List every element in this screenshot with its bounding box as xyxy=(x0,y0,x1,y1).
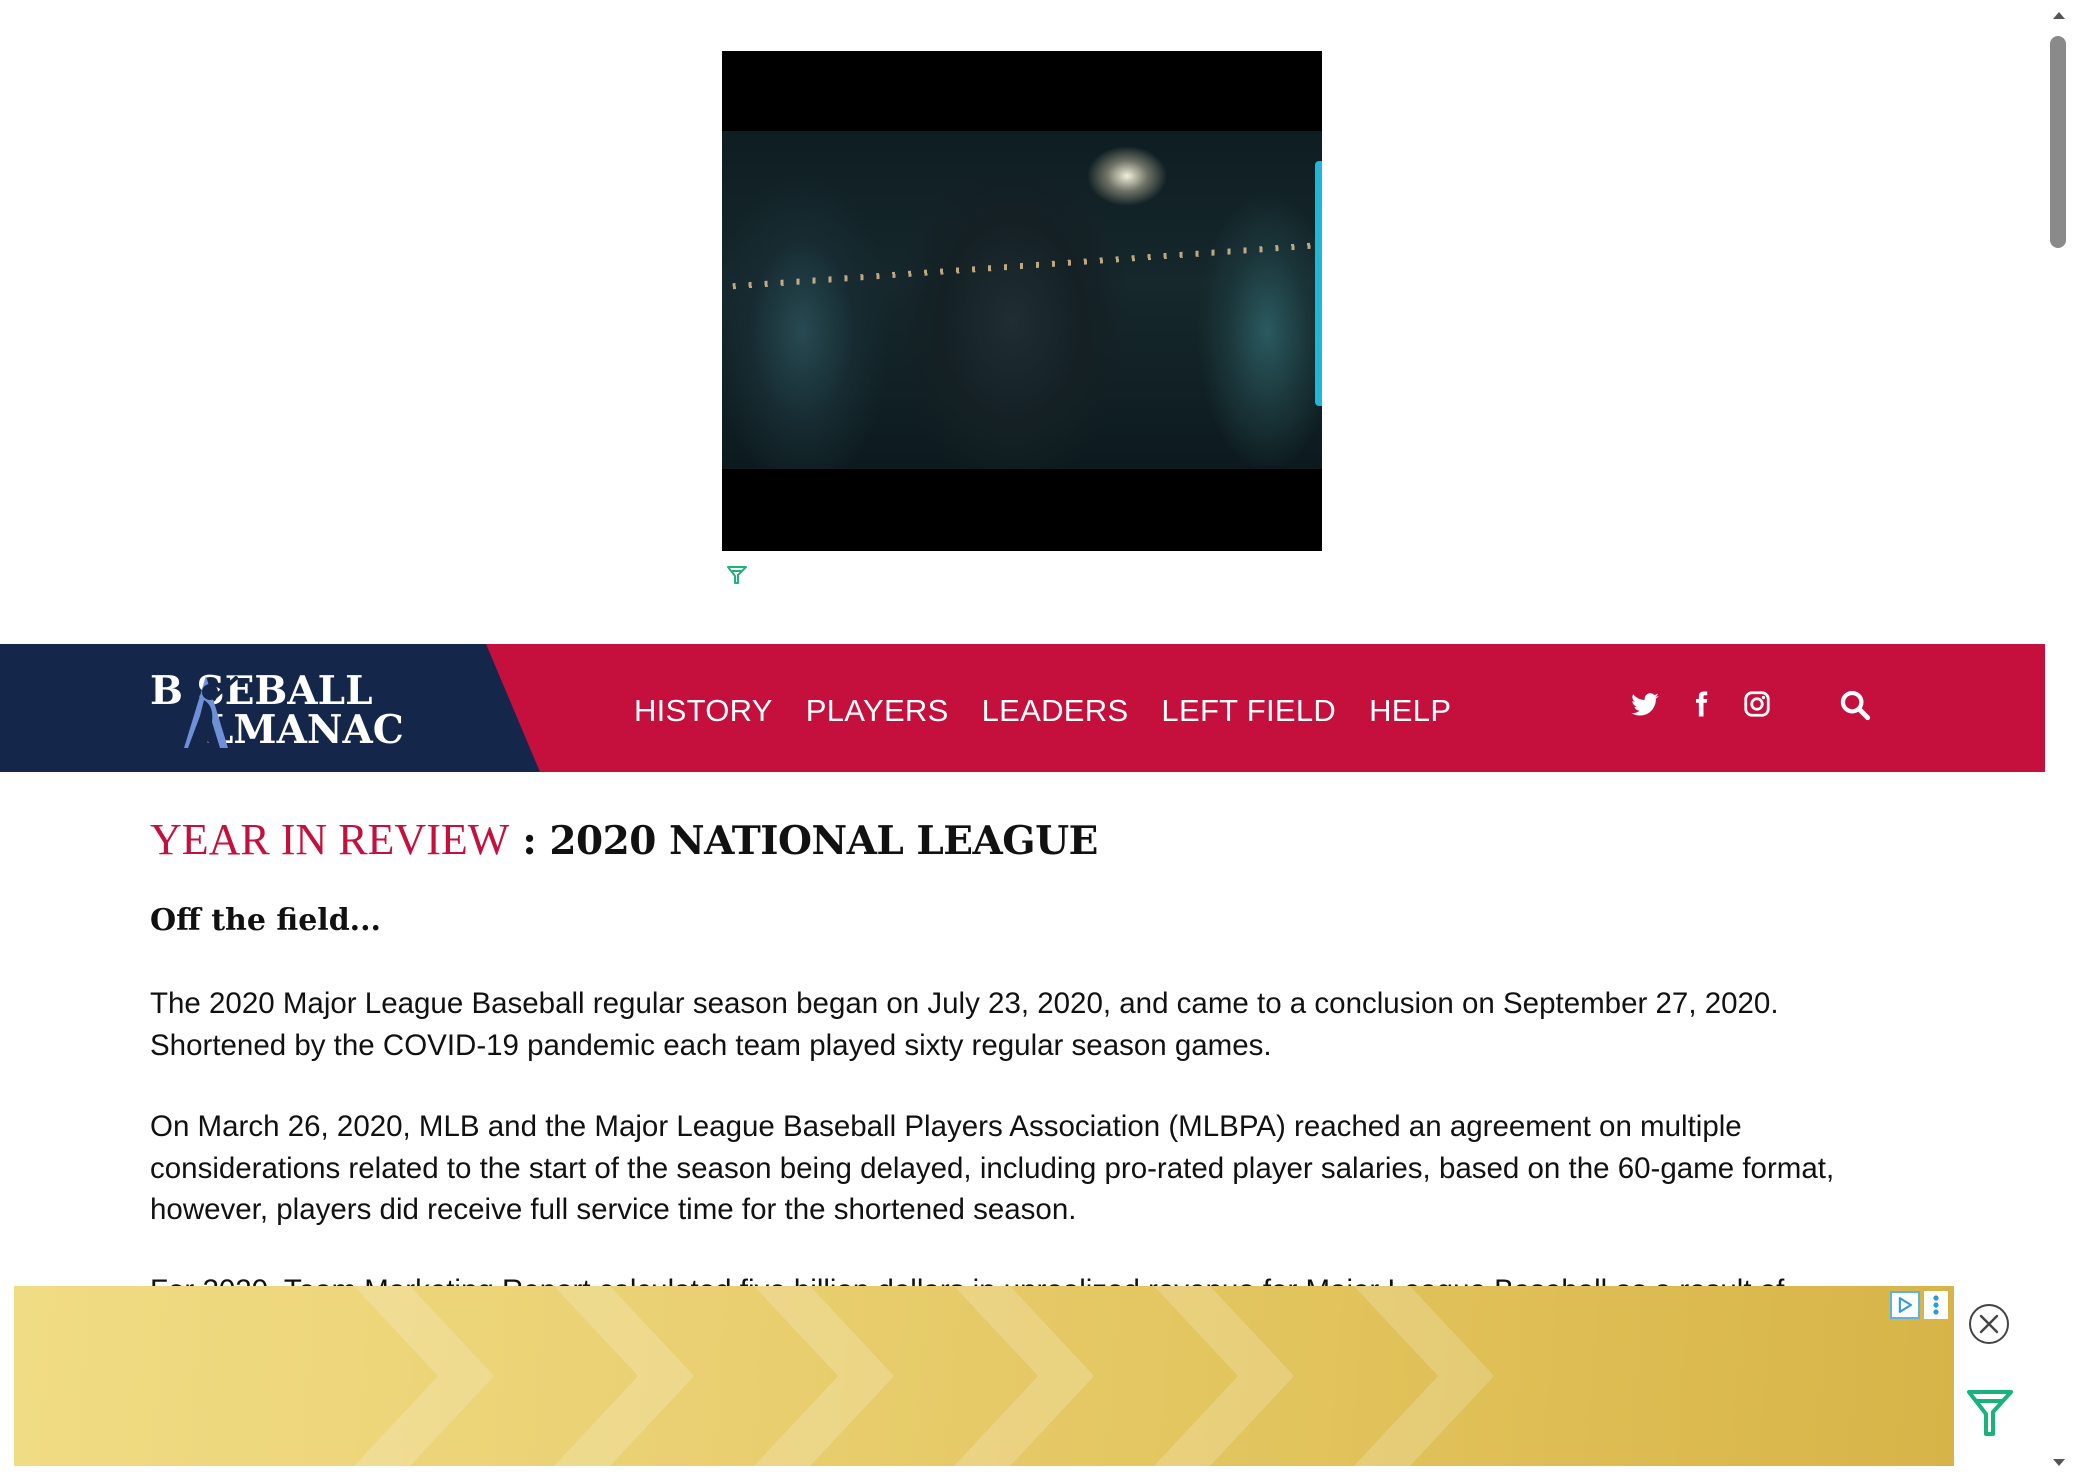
scrollbar-thumb[interactable] xyxy=(2050,36,2066,248)
scroll-down-arrow-icon[interactable] xyxy=(2050,1456,2068,1470)
video-lights xyxy=(732,242,1312,290)
nav-help[interactable]: HELP xyxy=(1369,687,1451,729)
banner-chevron xyxy=(554,1286,694,1466)
batter-logo-icon xyxy=(184,676,238,748)
main-nav: HISTORY PLAYERS LEADERS LEFT FIELD HELP xyxy=(634,644,1484,772)
paragraph-2: On March 26, 2020, MLB and the Major Lea… xyxy=(150,1110,1835,1226)
kebab-menu-icon[interactable] xyxy=(1924,1291,1948,1319)
video-frame xyxy=(722,131,1322,469)
facebook-icon[interactable] xyxy=(1686,688,1716,720)
page-title: YEAR IN REVIEW : 2020 NATIONAL LEAGUE xyxy=(150,814,1098,865)
video-accent-bar xyxy=(1315,161,1322,406)
nav-leaders[interactable]: LEADERS xyxy=(982,687,1129,729)
freestar-icon[interactable] xyxy=(1966,1388,2014,1438)
video-ad[interactable] xyxy=(722,51,1322,551)
title-accent[interactable]: YEAR IN REVIEW xyxy=(150,815,509,864)
nav-history[interactable]: HISTORY xyxy=(634,687,773,729)
banner-chevron xyxy=(954,1286,1094,1466)
close-icon[interactable] xyxy=(1968,1303,2010,1345)
banner-ad[interactable] xyxy=(14,1286,1954,1466)
adchoices-icon[interactable] xyxy=(1890,1291,1920,1319)
twitter-icon[interactable] xyxy=(1630,688,1660,720)
banner-chevron xyxy=(1154,1286,1294,1466)
instagram-icon[interactable] xyxy=(1742,688,1772,720)
search-icon[interactable] xyxy=(1838,688,1872,722)
site-header: B SEBALL LMANAC HISTORY PLAYERS LEADERS … xyxy=(0,644,2045,772)
title-rest: : 2020 NATIONAL LEAGUE xyxy=(509,818,1098,864)
section-heading: Off the field... xyxy=(150,903,382,938)
nav-players[interactable]: PLAYERS xyxy=(806,687,949,729)
banner-chevron xyxy=(754,1286,894,1466)
paragraph-1: The 2020 Major League Baseball regular s… xyxy=(150,987,1779,1062)
site-logo[interactable]: B SEBALL LMANAC xyxy=(150,670,480,750)
banner-chevron xyxy=(354,1286,494,1466)
freestar-icon[interactable] xyxy=(726,564,748,586)
scroll-up-arrow-icon[interactable] xyxy=(2050,8,2068,22)
banner-chevron xyxy=(1354,1286,1494,1466)
nav-left-field[interactable]: LEFT FIELD xyxy=(1161,687,1336,729)
social-links xyxy=(1630,688,1798,720)
